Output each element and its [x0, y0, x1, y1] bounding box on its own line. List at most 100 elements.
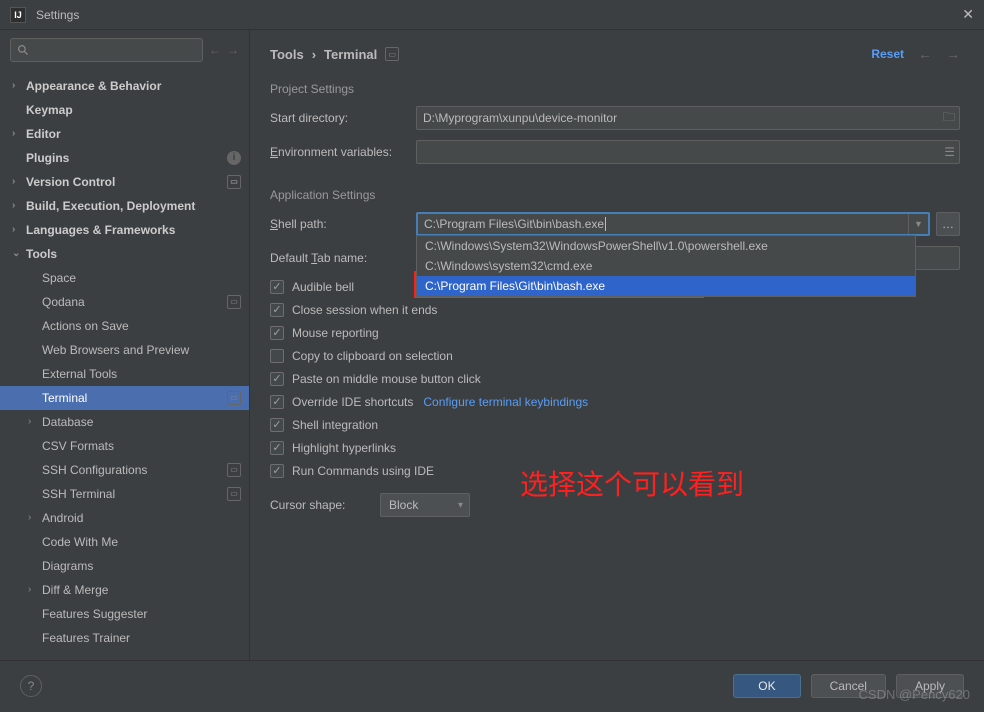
- title-bar: IJ Settings ✕: [0, 0, 984, 30]
- sidebar-item-web-browsers-and-preview[interactable]: Web Browsers and Preview: [0, 338, 249, 362]
- sidebar-item-label: Languages & Frameworks: [26, 221, 175, 239]
- highlight-hyperlinks-checkbox[interactable]: [270, 441, 284, 455]
- sidebar-item-label: Tools: [26, 245, 57, 263]
- cursor-shape-label: Cursor shape:: [270, 498, 380, 512]
- sidebar-item-label: Plugins: [26, 149, 69, 167]
- sidebar-item-space[interactable]: Space: [0, 266, 249, 290]
- sidebar-item-label: Terminal: [42, 389, 87, 407]
- sidebar-item-features-trainer[interactable]: Features Trainer: [0, 626, 249, 650]
- sidebar-item-features-suggester[interactable]: Features Suggester: [0, 602, 249, 626]
- search-icon: [17, 44, 30, 57]
- sidebar-item-label: Appearance & Behavior: [26, 77, 161, 95]
- sidebar-item-label: Version Control: [26, 173, 115, 191]
- section-application-settings: Application Settings: [270, 188, 960, 202]
- project-badge-icon: ▭: [385, 47, 399, 61]
- sidebar-item-diff-merge[interactable]: ›Diff & Merge: [0, 578, 249, 602]
- section-project-settings: Project Settings: [270, 82, 960, 96]
- run-commands-ide-label: Run Commands using IDE: [292, 464, 434, 478]
- app-logo-icon: IJ: [10, 7, 26, 23]
- sidebar-item-external-tools[interactable]: External Tools: [0, 362, 249, 386]
- project-badge-icon: ▭: [227, 463, 241, 477]
- help-button[interactable]: ?: [20, 675, 42, 697]
- mouse-reporting-label: Mouse reporting: [292, 326, 379, 340]
- dropdown-arrow-icon[interactable]: ▼: [908, 214, 928, 234]
- sidebar-item-tools[interactable]: ⌄Tools: [0, 242, 249, 266]
- breadcrumb-leaf: Terminal: [324, 47, 377, 62]
- sidebar-item-label: Features Suggester: [42, 605, 147, 623]
- dropdown-option-powershell[interactable]: C:\Windows\System32\WindowsPowerShell\v1…: [417, 236, 915, 256]
- audible-bell-checkbox[interactable]: [270, 280, 284, 294]
- sidebar-item-diagrams[interactable]: Diagrams: [0, 554, 249, 578]
- sidebar-item-label: Code With Me: [42, 533, 118, 551]
- nav-back-icon[interactable]: ←: [918, 46, 932, 62]
- reset-link[interactable]: Reset: [871, 47, 904, 61]
- sidebar-item-label: External Tools: [42, 365, 117, 383]
- shell-path-input[interactable]: C:\Program Files\Git\bin\bash.exe ▼: [416, 212, 930, 236]
- ok-button[interactable]: OK: [733, 674, 800, 698]
- cursor-shape-select[interactable]: Block: [380, 493, 470, 517]
- sidebar-item-actions-on-save[interactable]: Actions on Save: [0, 314, 249, 338]
- sidebar-item-label: Features Trainer: [42, 629, 130, 647]
- sidebar-item-ssh-configurations[interactable]: SSH Configurations▭: [0, 458, 249, 482]
- sidebar-item-appearance-behavior[interactable]: ›Appearance & Behavior: [0, 74, 249, 98]
- sidebar-item-label: SSH Terminal: [42, 485, 115, 503]
- sidebar-item-csv-formats[interactable]: CSV Formats: [0, 434, 249, 458]
- shell-integration-label: Shell integration: [292, 418, 378, 432]
- sidebar-item-label: Actions on Save: [42, 317, 129, 335]
- close-icon[interactable]: ✕: [962, 6, 974, 23]
- sidebar-item-keymap[interactable]: Keymap: [0, 98, 249, 122]
- env-variables-label: Environment variables:: [270, 145, 416, 159]
- settings-content: Tools › Terminal ▭ Reset ← → Project Set…: [250, 30, 984, 660]
- project-badge-icon: ▭: [227, 487, 241, 501]
- sidebar-item-label: Space: [42, 269, 76, 287]
- breadcrumb: Tools › Terminal ▭: [270, 47, 399, 62]
- dropdown-option-cmd[interactable]: C:\Windows\system32\cmd.exe: [417, 256, 915, 276]
- forward-arrow-icon[interactable]: →: [227, 43, 239, 57]
- chevron-icon: ›: [28, 509, 42, 527]
- search-input[interactable]: [10, 38, 203, 62]
- chevron-icon: ›: [12, 77, 26, 95]
- env-variables-input[interactable]: ☰: [416, 140, 960, 164]
- copy-clipboard-checkbox[interactable]: [270, 349, 284, 363]
- override-shortcuts-checkbox[interactable]: [270, 395, 284, 409]
- chevron-icon: ›: [28, 413, 42, 431]
- chevron-icon: ›: [12, 221, 26, 239]
- dropdown-option-bash[interactable]: C:\Program Files\Git\bin\bash.exe: [417, 276, 915, 296]
- mouse-reporting-checkbox[interactable]: [270, 326, 284, 340]
- configure-keybindings-link[interactable]: Configure terminal keybindings: [423, 395, 588, 409]
- default-tab-name-label: Default Tab name:: [270, 251, 416, 265]
- paste-middle-checkbox[interactable]: [270, 372, 284, 386]
- sidebar-item-code-with-me[interactable]: Code With Me: [0, 530, 249, 554]
- override-shortcuts-label: Override IDE shortcuts: [292, 395, 413, 409]
- sidebar-item-plugins[interactable]: Pluginsi: [0, 146, 249, 170]
- sidebar-item-label: Android: [42, 509, 83, 527]
- cancel-button[interactable]: Cancel: [811, 674, 886, 698]
- sidebar-item-database[interactable]: ›Database: [0, 410, 249, 434]
- sidebar-item-version-control[interactable]: ›Version Control▭: [0, 170, 249, 194]
- browse-folder-icon[interactable]: 🗀: [943, 108, 955, 129]
- browse-shell-button[interactable]: …: [936, 212, 960, 236]
- dialog-footer: ? OK Cancel Apply: [0, 660, 984, 710]
- sidebar-item-build-execution-deployment[interactable]: ›Build, Execution, Deployment: [0, 194, 249, 218]
- sidebar-item-editor[interactable]: ›Editor: [0, 122, 249, 146]
- sidebar-item-label: Diff & Merge: [42, 581, 108, 599]
- run-commands-ide-checkbox[interactable]: [270, 464, 284, 478]
- sidebar-item-terminal[interactable]: Terminal▭: [0, 386, 249, 410]
- list-edit-icon[interactable]: ☰: [944, 145, 955, 159]
- start-directory-label: Start directory:: [270, 111, 416, 125]
- sidebar-item-languages-frameworks[interactable]: ›Languages & Frameworks: [0, 218, 249, 242]
- audible-bell-label: Audible bell: [292, 280, 354, 294]
- sidebar-item-ssh-terminal[interactable]: SSH Terminal ▭: [0, 482, 249, 506]
- start-directory-input[interactable]: D:\Myprogram\xunpu\device-monitor 🗀: [416, 106, 960, 130]
- close-session-label: Close session when it ends: [292, 303, 437, 317]
- nav-forward-icon[interactable]: →: [946, 46, 960, 62]
- breadcrumb-root[interactable]: Tools: [270, 47, 304, 62]
- chevron-icon: ⌄: [12, 245, 26, 263]
- settings-tree: ›Appearance & BehaviorKeymap›EditorPlugi…: [0, 70, 249, 660]
- sidebar-item-android[interactable]: ›Android: [0, 506, 249, 530]
- close-session-checkbox[interactable]: [270, 303, 284, 317]
- back-arrow-icon[interactable]: ←: [209, 43, 221, 57]
- shell-integration-checkbox[interactable]: [270, 418, 284, 432]
- sidebar-item-qodana[interactable]: Qodana▭: [0, 290, 249, 314]
- apply-button[interactable]: Apply: [896, 674, 964, 698]
